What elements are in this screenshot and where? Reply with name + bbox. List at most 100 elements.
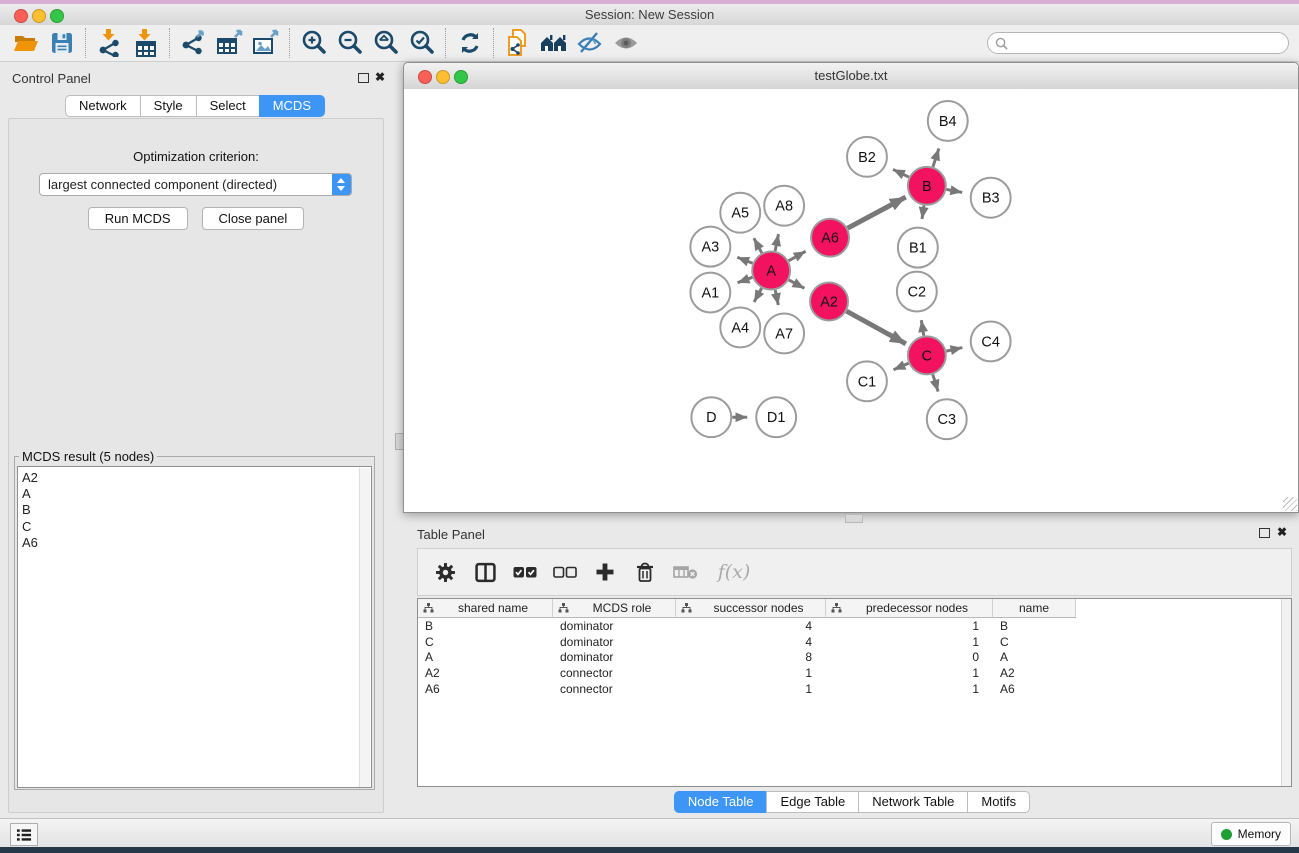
export-table-button[interactable] <box>212 26 248 60</box>
graph-node-A8[interactable]: A8 <box>764 186 804 226</box>
float-panel-icon[interactable] <box>358 73 369 83</box>
network-window-titlebar[interactable]: testGlobe.txt <box>404 63 1298 90</box>
graph-edge-A-A8[interactable] <box>775 234 778 251</box>
home-networks-button[interactable] <box>536 26 572 60</box>
graph-node-A[interactable]: A <box>752 252 790 290</box>
graph-edge-C-C1[interactable] <box>894 363 909 370</box>
graph-node-A1[interactable]: A1 <box>690 273 730 313</box>
task-history-button[interactable] <box>10 823 38 846</box>
graph-node-C4[interactable]: C4 <box>971 321 1011 361</box>
show-selected-button[interactable] <box>608 26 644 60</box>
graph-node-A2[interactable]: A2 <box>810 283 848 321</box>
table-options-button[interactable] <box>432 559 458 585</box>
show-columns-button[interactable] <box>472 559 498 585</box>
deselect-all-checkboxes-button[interactable] <box>552 559 578 585</box>
tab-edge-table[interactable]: Edge Table <box>766 791 859 813</box>
export-image-button[interactable] <box>248 26 284 60</box>
graph-edge-A6-B[interactable] <box>848 197 906 228</box>
tab-motifs[interactable]: Motifs <box>967 791 1030 813</box>
import-network-button[interactable] <box>92 26 128 60</box>
graph-node-B[interactable]: B <box>908 167 946 205</box>
graph-node-C[interactable]: C <box>908 336 946 374</box>
tab-network[interactable]: Network <box>65 95 141 117</box>
select-all-checkboxes-button[interactable] <box>512 559 538 585</box>
refresh-layout-button[interactable] <box>452 26 488 60</box>
close-panel-button[interactable]: Close panel <box>202 207 305 230</box>
search-input[interactable] <box>1012 34 1288 52</box>
graph-node-B1[interactable]: B1 <box>898 228 938 268</box>
tab-node-table[interactable]: Node Table <box>674 791 768 813</box>
column-header-shared-name[interactable]: shared name <box>418 599 553 618</box>
result-item[interactable]: A <box>22 486 371 502</box>
zoom-selected-button[interactable] <box>404 26 440 60</box>
tab-select[interactable]: Select <box>196 95 260 117</box>
graph-node-A3[interactable]: A3 <box>690 227 730 267</box>
graph-edge-A-A6[interactable] <box>789 251 806 261</box>
graph-edge-A-A1[interactable] <box>738 277 753 282</box>
tab-network-table[interactable]: Network Table <box>858 791 968 813</box>
optimization-criterion-select[interactable]: largest connected component (directed) <box>39 173 352 196</box>
table-scrollbar[interactable] <box>1281 599 1291 786</box>
graph-edge-C-C3[interactable] <box>933 374 938 391</box>
search-field[interactable] <box>987 32 1289 54</box>
result-item[interactable]: A6 <box>22 535 371 551</box>
graph-edge-A-A7[interactable] <box>775 290 778 305</box>
export-network-button[interactable] <box>176 26 212 60</box>
function-builder-button[interactable]: f(x) <box>712 559 756 585</box>
graph-node-C1[interactable]: C1 <box>847 361 887 401</box>
result-item[interactable]: A2 <box>22 470 371 486</box>
graph-edge-A-A5[interactable] <box>754 238 762 253</box>
graph-node-A7[interactable]: A7 <box>764 313 804 353</box>
graph-edge-C-C2[interactable] <box>921 320 923 336</box>
tab-style[interactable]: Style <box>140 95 197 117</box>
column-header-mcds-role[interactable]: MCDS role <box>553 599 676 618</box>
graph-node-B2[interactable]: B2 <box>847 137 887 177</box>
clone-network-button[interactable] <box>500 26 536 60</box>
graph-edge-A-A2[interactable] <box>789 280 805 288</box>
result-item[interactable]: C <box>22 519 371 535</box>
network-canvas[interactable]: B4B2BB3A8A5A6A3B1AC2A1A2A4A7C4CC1DD1C3 <box>404 89 1298 512</box>
graph-edge-B-B2[interactable] <box>893 169 909 177</box>
zoom-fit-button[interactable] <box>368 26 404 60</box>
tab-mcds[interactable]: MCDS <box>259 95 325 117</box>
result-item[interactable]: B <box>22 502 371 518</box>
column-header-predecessor-nodes[interactable]: predecessor nodes <box>826 599 993 618</box>
delete-column-button[interactable] <box>632 559 658 585</box>
zoom-in-button[interactable] <box>296 26 332 60</box>
graph-edge-B-B3[interactable] <box>946 189 962 192</box>
graph-edge-C-C4[interactable] <box>946 348 962 352</box>
close-panel-icon[interactable]: ✖ <box>375 70 385 84</box>
delete-table-button[interactable] <box>672 559 698 585</box>
graph-node-B4[interactable]: B4 <box>928 101 968 141</box>
hide-selected-button[interactable] <box>572 26 608 60</box>
graph-edge-B-B1[interactable] <box>922 206 924 219</box>
save-session-button[interactable] <box>44 26 80 60</box>
graph-node-B3[interactable]: B3 <box>971 178 1011 218</box>
table-row[interactable]: Bdominator41B <box>418 618 1291 634</box>
table-row[interactable]: A6connector11A6 <box>418 681 1291 697</box>
graph-edge-A-A4[interactable] <box>754 288 762 302</box>
column-header-name[interactable]: name <box>993 599 1076 618</box>
open-session-button[interactable] <box>8 26 44 60</box>
table-row[interactable]: A2connector11A2 <box>418 665 1291 681</box>
graph-node-A5[interactable]: A5 <box>720 193 760 233</box>
graph-node-D1[interactable]: D1 <box>756 397 796 437</box>
window-resize-grip[interactable] <box>1283 497 1297 511</box>
graph-node-D[interactable]: D <box>691 397 731 437</box>
run-mcds-button[interactable]: Run MCDS <box>88 207 188 230</box>
table-row[interactable]: Cdominator41C <box>418 634 1291 650</box>
float-table-panel-icon[interactable] <box>1259 528 1270 538</box>
graph-node-C3[interactable]: C3 <box>927 399 967 439</box>
memory-button[interactable]: Memory <box>1211 822 1291 846</box>
graph-node-A4[interactable]: A4 <box>720 307 760 347</box>
import-table-button[interactable] <box>128 26 164 60</box>
close-table-panel-icon[interactable]: ✖ <box>1277 525 1287 539</box>
graph-node-C2[interactable]: C2 <box>897 272 937 312</box>
result-scrollbar[interactable] <box>359 468 370 788</box>
table-row[interactable]: Adominator80A <box>418 650 1291 666</box>
column-header-successor-nodes[interactable]: successor nodes <box>676 599 826 618</box>
zoom-out-button[interactable] <box>332 26 368 60</box>
graph-edge-A2-C[interactable] <box>847 311 906 344</box>
vertical-split-divider[interactable] <box>390 62 403 815</box>
graph-edge-A-A3[interactable] <box>737 257 752 263</box>
